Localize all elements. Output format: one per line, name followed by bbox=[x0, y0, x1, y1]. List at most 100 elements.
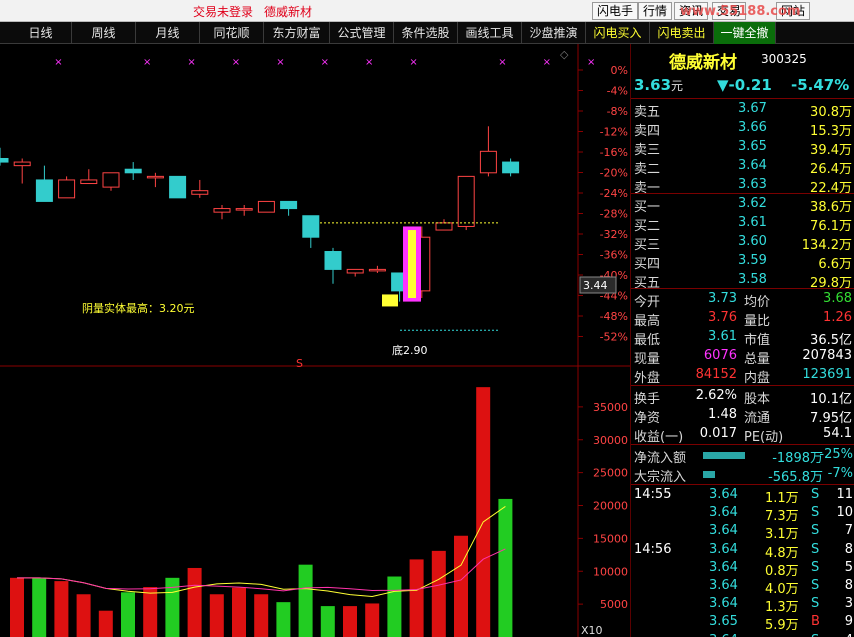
pct-axis-label: -4% bbox=[607, 85, 628, 98]
candle-body[interactable] bbox=[435, 222, 453, 231]
cancel-all-button[interactable]: 一键全撤 bbox=[714, 22, 776, 44]
bid-price: 3.58 bbox=[738, 272, 767, 287]
x-marker: × bbox=[543, 57, 551, 68]
volume-bar bbox=[431, 550, 446, 637]
pct-axis-label: -24% bbox=[600, 187, 628, 200]
tick-count: 5 bbox=[844, 559, 853, 575]
candle-body[interactable] bbox=[169, 175, 187, 199]
tick-row: 3.64 0.8万 S 5 bbox=[631, 559, 854, 579]
tick-row: 14:55 3.64 1.1万 S 11 bbox=[631, 486, 854, 506]
volume-bar bbox=[209, 594, 224, 637]
volume-unit-label: X10 bbox=[581, 624, 603, 637]
volume-bar bbox=[387, 576, 402, 637]
stat-label: 现量 bbox=[634, 352, 661, 367]
stat-value: 123691 bbox=[802, 367, 852, 382]
bid-volume: 134.2万 bbox=[801, 238, 852, 253]
bearish-max-annotation: 阴量实体最高：3.20元 bbox=[82, 301, 195, 315]
candle-body[interactable] bbox=[257, 200, 275, 213]
tab-monthly[interactable]: 月线 bbox=[136, 22, 200, 44]
candle-body[interactable] bbox=[324, 251, 342, 270]
candle-body[interactable] bbox=[502, 161, 520, 174]
candle-body[interactable] bbox=[58, 179, 76, 199]
tab-eastmoney[interactable]: 东方财富 bbox=[264, 22, 330, 44]
flash-buy-button[interactable]: 闪电买入 bbox=[586, 22, 650, 44]
candle-body[interactable] bbox=[280, 200, 298, 210]
tab-tonghuashun[interactable]: 同花顺 bbox=[200, 22, 264, 44]
candle-body[interactable] bbox=[457, 175, 475, 227]
x-marker: × bbox=[143, 57, 151, 68]
candle-body[interactable] bbox=[80, 179, 98, 185]
tick-side: S bbox=[811, 541, 820, 557]
stat-label: 最高 bbox=[634, 314, 661, 329]
tab-daily[interactable]: 日线 bbox=[10, 22, 72, 44]
ask-volume: 30.8万 bbox=[810, 105, 852, 120]
candle-body[interactable] bbox=[191, 190, 209, 195]
tick-side: S bbox=[811, 559, 820, 575]
candle-body[interactable] bbox=[368, 268, 386, 272]
quote-button[interactable]: 行情 bbox=[638, 2, 673, 20]
ask-price: 3.65 bbox=[738, 139, 767, 154]
tick-row: 14:56 3.64 4.8万 S 8 bbox=[631, 541, 854, 561]
tick-row: 3.64 3.2万 S 4 bbox=[631, 632, 854, 637]
tab-stock-screener[interactable]: 条件选股 bbox=[394, 22, 458, 44]
ask-label: 卖五 bbox=[634, 105, 661, 120]
x-marker: × bbox=[409, 57, 417, 68]
signal-candle-core bbox=[408, 230, 416, 299]
ask-row: 卖四 3.66 15.3万 bbox=[631, 119, 854, 139]
flash-sell-button[interactable]: 闪电卖出 bbox=[650, 22, 714, 44]
ask-volume: 39.4万 bbox=[810, 143, 852, 158]
tick-side: S bbox=[811, 596, 820, 612]
volume-bar bbox=[76, 594, 91, 637]
stat-value: 0.017 bbox=[699, 426, 737, 441]
tick-count: 4 bbox=[845, 633, 853, 637]
tick-time: 14:55 bbox=[634, 487, 672, 502]
volume-bar bbox=[343, 606, 357, 637]
volume-bar bbox=[54, 581, 69, 637]
tick-volume: 1.3万 bbox=[765, 600, 799, 616]
stat-label: 最低 bbox=[634, 333, 661, 348]
stock-name: 德威新材 bbox=[669, 53, 737, 73]
tick-volume: 4.8万 bbox=[765, 545, 799, 561]
candle-body[interactable] bbox=[146, 175, 164, 179]
candle-body[interactable] bbox=[213, 208, 231, 213]
candle-body[interactable] bbox=[124, 168, 142, 174]
candle-body[interactable] bbox=[235, 208, 253, 211]
stat-value: 3.68 bbox=[823, 291, 852, 306]
candle-body[interactable] bbox=[0, 157, 9, 163]
tick-side: B bbox=[811, 614, 820, 630]
stat-value: 207843 bbox=[802, 348, 852, 363]
stat-label: 内盘 bbox=[744, 371, 771, 386]
stat-label: PE(动) bbox=[744, 430, 784, 445]
volume-bar bbox=[121, 592, 135, 637]
x-marker: × bbox=[232, 57, 240, 68]
tab-sandbox[interactable]: 沙盘推演 bbox=[522, 22, 586, 44]
flash-trader-button[interactable]: 闪电手 bbox=[592, 2, 639, 20]
x-marker: × bbox=[498, 57, 506, 68]
candle-body[interactable] bbox=[13, 161, 31, 167]
candle-body[interactable] bbox=[302, 215, 320, 238]
stat-label: 市值 bbox=[744, 333, 771, 348]
tick-side: S bbox=[811, 487, 820, 502]
tab-drawing-tools[interactable]: 画线工具 bbox=[458, 22, 522, 44]
stat-value: 6076 bbox=[703, 348, 737, 363]
candle-body[interactable] bbox=[346, 268, 364, 274]
flow-pct: -25% bbox=[819, 447, 853, 462]
x-marker: × bbox=[187, 57, 195, 68]
stat-value: 7.95亿 bbox=[810, 411, 852, 426]
tab-formula-manager[interactable]: 公式管理 bbox=[330, 22, 394, 44]
stat-row: 收益(一) 0.017 PE(动) 54.1 bbox=[631, 425, 854, 445]
candle-body[interactable] bbox=[35, 179, 53, 202]
pct-axis-label: -28% bbox=[600, 208, 628, 221]
tick-row: 3.64 3.1万 S 7 bbox=[631, 522, 854, 542]
bid-price: 3.61 bbox=[738, 215, 767, 230]
candle-body[interactable] bbox=[479, 150, 497, 174]
candle-body[interactable] bbox=[102, 172, 120, 188]
tick-row: 3.64 7.3万 S 10 bbox=[631, 504, 854, 524]
stat-label: 净资 bbox=[634, 411, 661, 426]
flow-bar bbox=[703, 471, 715, 478]
stat-value: 3.76 bbox=[708, 310, 737, 325]
tab-weekly[interactable]: 周线 bbox=[72, 22, 136, 44]
price-change: ▼-0.21 bbox=[717, 76, 772, 94]
volume-axis-label: 20000 bbox=[593, 500, 628, 513]
tick-price: 3.65 bbox=[709, 614, 738, 630]
